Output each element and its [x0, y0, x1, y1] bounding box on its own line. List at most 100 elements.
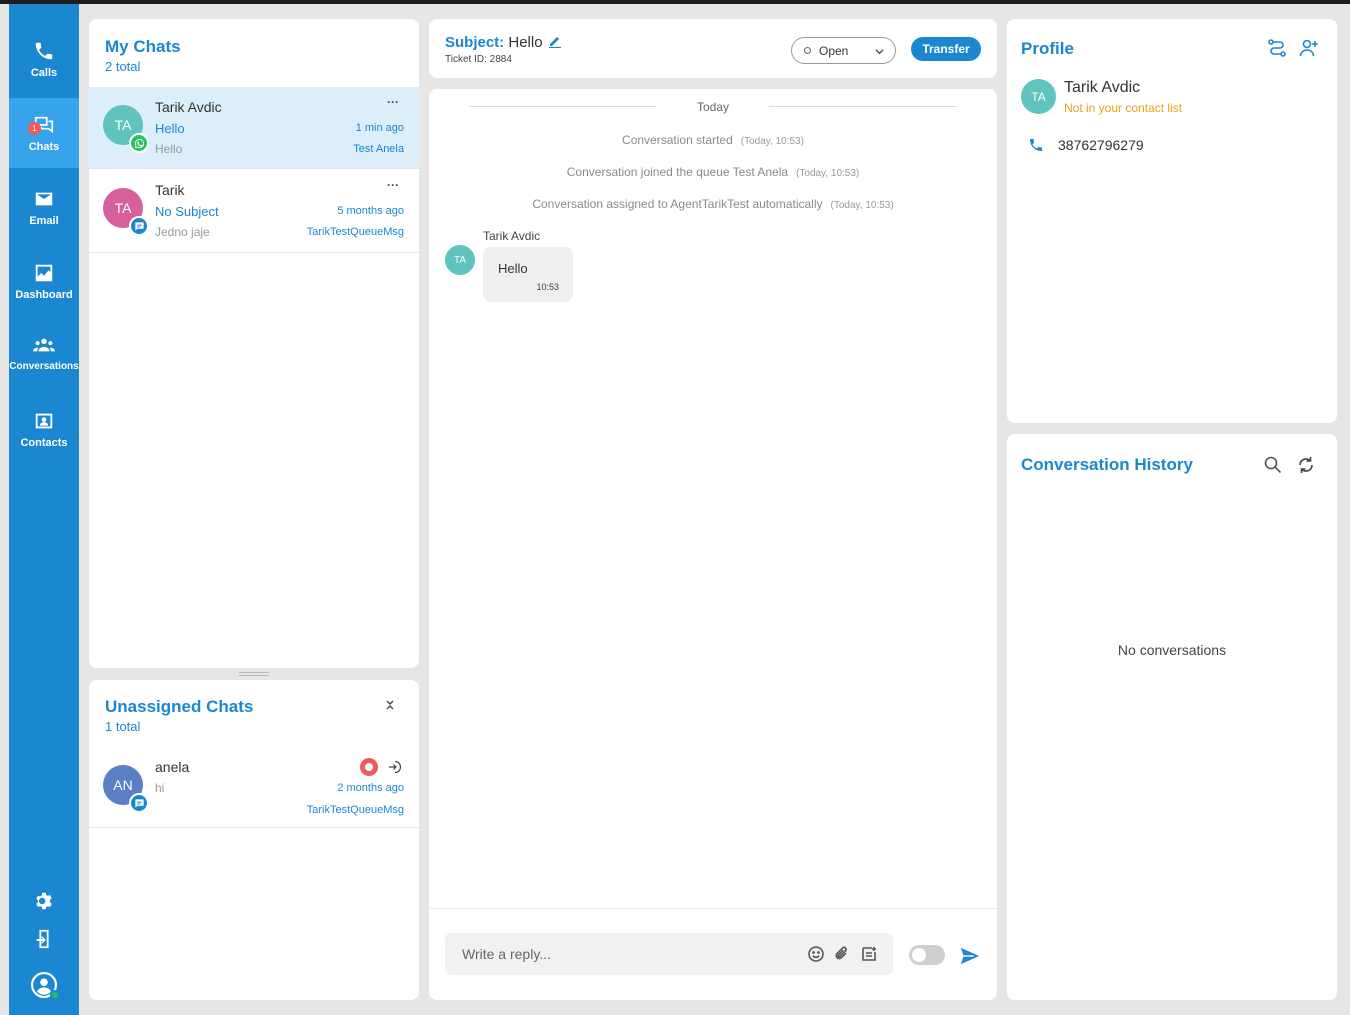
- chat-channel-icon: [129, 793, 149, 813]
- softphone-button[interactable]: [9, 928, 79, 950]
- nav-dashboard[interactable]: Dashboard: [9, 246, 79, 316]
- nav-calls[interactable]: Calls: [9, 24, 79, 94]
- unassigned-chats-panel: Unassigned Chats 1 total AN anela hi 2 m…: [89, 680, 419, 1000]
- chat-subject: Hello: [155, 121, 185, 136]
- internal-note-toggle[interactable]: [909, 945, 945, 965]
- note-add-icon: [862, 947, 876, 961]
- nav-dashboard-label: Dashboard: [15, 288, 73, 301]
- phone-icon: [35, 42, 53, 59]
- window-left-edge: [0, 4, 9, 1015]
- refresh-icon: [1299, 457, 1313, 473]
- reply-input[interactable]: [445, 946, 785, 962]
- nav-email-label: Email: [29, 214, 59, 227]
- chat-more-button[interactable]: ···: [387, 95, 399, 109]
- collapse-chevrons-icon: [386, 700, 394, 710]
- status-select[interactable]: Open: [791, 37, 896, 64]
- chat-queue: TarikTestQueueMsg: [306, 804, 404, 816]
- transfer-button[interactable]: Transfer: [911, 37, 981, 61]
- nav-contacts-label: Contacts: [20, 436, 68, 449]
- user-status-button[interactable]: [9, 972, 79, 1000]
- chat-time: 2 months ago: [337, 782, 404, 794]
- send-button[interactable]: [959, 946, 981, 966]
- attach-button[interactable]: [833, 945, 851, 963]
- chat-more-button[interactable]: ···: [387, 178, 399, 192]
- chat-last-message: Hello: [155, 142, 183, 156]
- panel-resize-handle[interactable]: [239, 672, 269, 676]
- online-status-dot: [50, 990, 60, 1000]
- profile-panel: Profile TA Tarik Avdic Not in your conta…: [1007, 19, 1337, 423]
- subject-line: Subject: Hello: [445, 34, 543, 51]
- whatsapp-icon: [129, 133, 149, 153]
- collapse-button[interactable]: [384, 698, 396, 712]
- pencil-icon: [549, 37, 561, 49]
- window-top-border: [0, 0, 1350, 4]
- chat-contact-name: Tarik Avdic: [155, 99, 222, 115]
- sidebar: Calls 1 Chats Email Dashboard Conversati…: [9, 4, 79, 1015]
- chat-time: 1 min ago: [355, 122, 404, 134]
- chat-item[interactable]: TA Tarik Avdic Hello Hello ··· 1 min ago…: [89, 87, 419, 169]
- profile-title: Profile: [1021, 39, 1074, 58]
- settings-button[interactable]: [9, 890, 79, 912]
- nav-chats-label: Chats: [28, 140, 60, 153]
- arrow-circle-right-icon: [389, 760, 402, 774]
- person-add-icon: [1299, 39, 1318, 57]
- history-panel: Conversation History No conversations: [1007, 434, 1337, 1000]
- nav-chats[interactable]: 1 Chats: [9, 98, 79, 168]
- chat-item[interactable]: TA Tarik No Subject Jedno jaje ··· 5 mon…: [89, 170, 419, 253]
- nav-contacts[interactable]: Contacts: [9, 394, 79, 464]
- nav-email[interactable]: Email: [9, 172, 79, 242]
- status-value: Open: [819, 43, 849, 58]
- conversation-header: Subject: Hello Ticket ID: 2884 Open Tran…: [429, 19, 997, 78]
- nav-calls-label: Calls: [30, 66, 58, 79]
- subject-label: Subject:: [445, 34, 505, 51]
- chat-contact-name: anela: [155, 759, 190, 775]
- chat-time: 5 months ago: [337, 205, 404, 217]
- nav-conversations-label: Conversations: [9, 361, 79, 372]
- my-chats-total: 2 total: [105, 59, 141, 74]
- message-time: 10:53: [536, 282, 559, 292]
- link-contact-button[interactable]: [1267, 38, 1287, 58]
- nav-conversations[interactable]: Conversations: [9, 318, 79, 388]
- search-icon: [1264, 456, 1282, 474]
- my-chats-title: My Chats: [105, 37, 181, 56]
- profile-avatar: TA: [1021, 79, 1056, 114]
- history-refresh-button[interactable]: [1296, 455, 1316, 475]
- edit-subject-button[interactable]: [548, 34, 562, 49]
- chat-subject: No Subject: [155, 204, 219, 219]
- profile-phone[interactable]: 38762796279: [1058, 137, 1144, 153]
- toggle-knob: [912, 948, 926, 962]
- chat-item[interactable]: AN anela hi 2 months ago TarikTestQueueM…: [89, 746, 419, 828]
- history-title: Conversation History: [1021, 455, 1193, 474]
- chats-badge: 1: [28, 122, 41, 135]
- chat-last-message: Jedno jaje: [155, 225, 210, 239]
- profile-name: Tarik Avdic: [1064, 79, 1141, 96]
- divider-line-right: [769, 106, 957, 107]
- system-message: Conversation started (Today, 10:53): [622, 133, 804, 147]
- unassigned-title: Unassigned Chats: [105, 697, 254, 716]
- gear-icon: [36, 892, 52, 910]
- history-search-button[interactable]: [1263, 455, 1283, 475]
- chart-image-icon: [35, 264, 53, 281]
- smiley-icon: [808, 946, 824, 962]
- send-icon: [960, 947, 980, 965]
- ticket-id: Ticket ID: 2884: [445, 54, 512, 65]
- profile-contact-note: Not in your contact list: [1064, 101, 1183, 115]
- message-bubble: Hello 10:53: [483, 247, 573, 302]
- system-message: Conversation assigned to AgentTarikTest …: [532, 197, 894, 211]
- history-empty: No conversations: [1117, 642, 1227, 658]
- mobile-login-icon: [36, 929, 49, 949]
- emoji-button[interactable]: [807, 945, 825, 963]
- chat-contact-name: Tarik: [155, 182, 185, 198]
- status-dot: [804, 47, 811, 54]
- unassigned-total: 1 total: [105, 719, 141, 734]
- day-divider: Today: [696, 100, 730, 114]
- contact-card-icon: [35, 413, 53, 428]
- user-avatar: [31, 972, 60, 1000]
- message-avatar: TA: [445, 245, 475, 275]
- chevron-down-icon: [875, 49, 884, 55]
- template-button[interactable]: [860, 945, 878, 963]
- add-contact-button[interactable]: [1299, 38, 1319, 58]
- phone-icon: [1028, 137, 1044, 153]
- assign-to-me-button[interactable]: [386, 759, 402, 775]
- conversation-panel: Today Conversation started (Today, 10:53)…: [429, 89, 997, 1000]
